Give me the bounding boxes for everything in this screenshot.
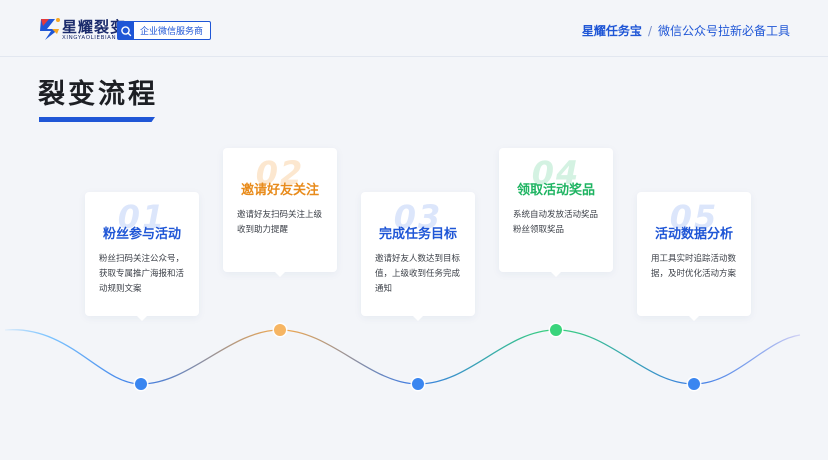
step-title: 完成任务目标 — [378, 227, 457, 242]
step-title: 活动数据分析 — [654, 227, 733, 242]
step-description: 粉丝扫码关注公众号，获取专属推广海报和活动规则文案 — [99, 254, 185, 294]
step-card-1: 01 粉丝参与活动 粉丝扫码关注公众号，获取专属推广海报和活动规则文案 — [85, 192, 199, 316]
step-description: 邀请好友扫码关注上级收到助力提醒 — [237, 210, 323, 235]
timeline-node-2 — [272, 322, 288, 338]
step-description: 系统自动发放活动奖品粉丝领取奖品 — [513, 210, 599, 235]
step-card-3: 03 完成任务目标 邀请好友人数达到目标值，上级收到任务完成通知 — [361, 192, 475, 316]
step-description: 用工具实时追踪活动数据，及时优化活动方案 — [651, 254, 737, 279]
step-title: 领取活动奖品 — [516, 183, 595, 198]
timeline-node-4 — [548, 322, 564, 338]
timeline-node-1 — [133, 376, 149, 392]
step-card-2: 02 邀请好友关注 邀请好友扫码关注上级收到助力提醒 — [223, 148, 337, 272]
step-title: 邀请好友关注 — [240, 183, 319, 198]
step-card-5: 05 活动数据分析 用工具实时追踪活动数据，及时优化活动方案 — [637, 192, 751, 316]
step-title: 粉丝参与活动 — [102, 227, 181, 242]
step-card-4: 04 领取活动奖品 系统自动发放活动奖品粉丝领取奖品 — [499, 148, 613, 272]
timeline-node-5 — [686, 376, 702, 392]
step-description: 邀请好友人数达到目标值，上级收到任务完成通知 — [375, 254, 461, 294]
timeline-node-3 — [410, 376, 426, 392]
